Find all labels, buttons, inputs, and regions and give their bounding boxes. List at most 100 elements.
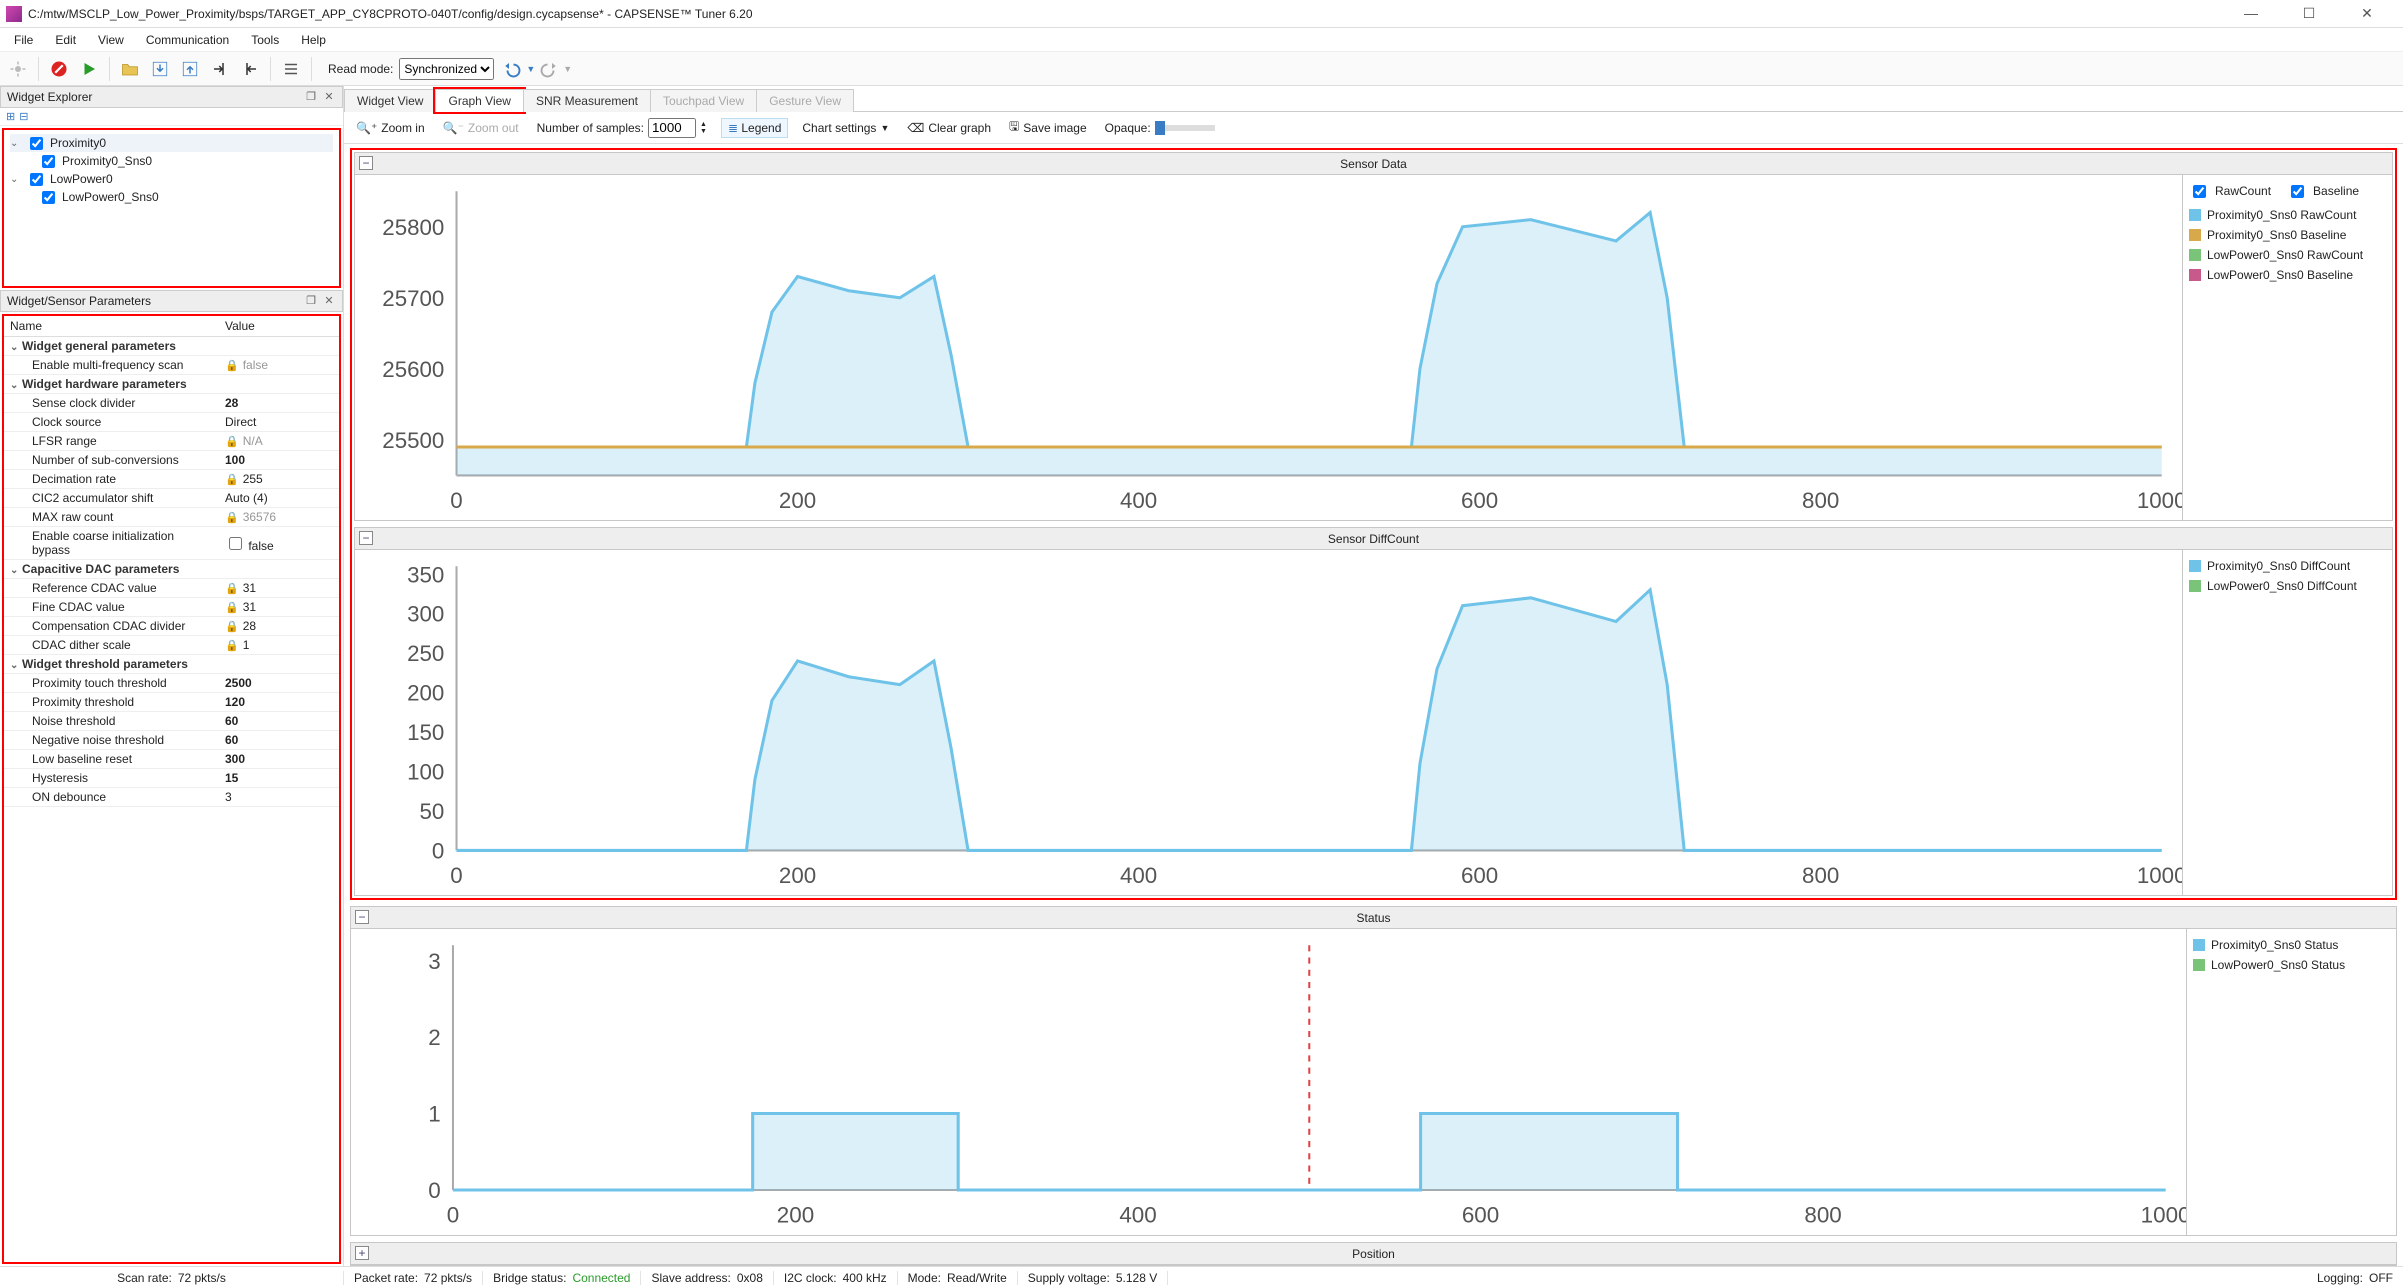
menu-edit[interactable]: Edit [45, 31, 86, 49]
tree-checkbox[interactable] [42, 155, 55, 168]
legend-item[interactable]: LowPower0_Sns0 RawCount [2189, 245, 2386, 265]
param-row[interactable]: LFSR range🔒N/A [4, 432, 339, 451]
param-row[interactable]: MAX raw count🔒36576 [4, 508, 339, 527]
maximize-button[interactable]: ☐ [2289, 5, 2329, 22]
import-icon[interactable] [208, 57, 232, 81]
tab-snr-measurement[interactable]: SNR Measurement [523, 89, 651, 112]
collapse-all-icon[interactable]: ⊟ [19, 110, 28, 123]
diffcount-legend: Proximity0_Sns0 DiffCountLowPower0_Sns0 … [2182, 550, 2392, 895]
param-row[interactable]: Proximity threshold120 [4, 693, 339, 712]
menu-tools[interactable]: Tools [241, 31, 289, 49]
param-row[interactable]: Reference CDAC value🔒31 [4, 579, 339, 598]
close-icon[interactable]: ✕ [322, 90, 336, 104]
collapse-icon[interactable]: − [359, 156, 373, 170]
download-icon[interactable] [148, 57, 172, 81]
chevron-down-icon[interactable]: ⌄ [10, 138, 22, 149]
readmode-select[interactable]: Synchronized [399, 58, 494, 80]
tree-item-proximity0[interactable]: ⌄ Proximity0 [10, 134, 333, 152]
param-row[interactable]: Number of sub-conversions100 [4, 451, 339, 470]
chevron-down-icon[interactable]: ⌄ [10, 174, 22, 185]
tab-touchpad-view[interactable]: Touchpad View [650, 89, 757, 112]
clear-graph-button[interactable]: ⌫Clear graph [903, 119, 995, 137]
play-icon[interactable] [77, 57, 101, 81]
menu-help[interactable]: Help [291, 31, 336, 49]
param-row[interactable]: CDAC dither scale🔒1 [4, 636, 339, 655]
undo-dropdown-icon[interactable]: ▼ [526, 64, 535, 74]
close-icon[interactable]: ✕ [322, 294, 336, 308]
param-row[interactable]: Sense clock divider28 [4, 394, 339, 413]
param-row[interactable]: Hysteresis15 [4, 769, 339, 788]
tree-item-proximity0-sns0[interactable]: Proximity0_Sns0 [10, 152, 333, 170]
svg-text:1000: 1000 [2137, 863, 2182, 888]
zoom-out-button[interactable]: 🔍⁻Zoom out [439, 119, 523, 137]
param-group[interactable]: ⌄Widget hardware parameters [4, 375, 339, 394]
sensor-data-plot[interactable]: 2550025600257002580002004006008001000 [355, 175, 2182, 520]
param-group[interactable]: ⌄Widget threshold parameters [4, 655, 339, 674]
col-name[interactable]: Name [4, 316, 219, 337]
num-samples-input[interactable] [648, 118, 696, 138]
legend-item[interactable]: Proximity0_Sns0 Status [2193, 935, 2390, 955]
legend-item[interactable]: LowPower0_Sns0 Baseline [2189, 265, 2386, 285]
tab-widget-view[interactable]: Widget View [344, 89, 436, 112]
zoom-in-button[interactable]: 🔍⁺Zoom in [352, 119, 429, 137]
menu-communication[interactable]: Communication [136, 31, 239, 49]
export-icon[interactable] [238, 57, 262, 81]
opaque-slider[interactable] [1155, 125, 1215, 131]
dock-icon[interactable]: ❐ [304, 90, 318, 104]
tree-item-lowpower0-sns0[interactable]: LowPower0_Sns0 [10, 188, 333, 206]
collapse-icon[interactable]: − [355, 910, 369, 924]
legend-item[interactable]: LowPower0_Sns0 Status [2193, 955, 2390, 975]
legend-item[interactable]: Proximity0_Sns0 DiffCount [2189, 556, 2386, 576]
gear-icon[interactable] [6, 57, 30, 81]
legend-item[interactable]: Proximity0_Sns0 Baseline [2189, 225, 2386, 245]
tree-checkbox[interactable] [42, 191, 55, 204]
diffcount-plot[interactable]: 05010015020025030035002004006008001000 [355, 550, 2182, 895]
param-group[interactable]: ⌄Widget general parameters [4, 337, 339, 356]
param-row[interactable]: Negative noise threshold60 [4, 731, 339, 750]
undo-icon[interactable] [500, 57, 524, 81]
legend-item[interactable]: Proximity0_Sns0 RawCount [2189, 205, 2386, 225]
expand-icon[interactable]: + [355, 1246, 369, 1260]
redo-icon[interactable] [537, 57, 561, 81]
param-row[interactable]: Proximity touch threshold2500 [4, 674, 339, 693]
param-row[interactable]: CIC2 accumulator shiftAuto (4) [4, 489, 339, 508]
stop-icon[interactable] [47, 57, 71, 81]
param-row[interactable]: Enable coarse initialization bypass fals… [4, 527, 339, 560]
param-row[interactable]: Decimation rate🔒255 [4, 470, 339, 489]
step-down-icon[interactable]: ▼ [700, 128, 707, 135]
list-icon[interactable] [279, 57, 303, 81]
param-group[interactable]: ⌄Capacitive DAC parameters [4, 560, 339, 579]
collapse-icon[interactable]: − [359, 531, 373, 545]
expand-all-icon[interactable]: ⊞ [6, 110, 15, 123]
param-row[interactable]: Clock sourceDirect [4, 413, 339, 432]
redo-dropdown-icon[interactable]: ▼ [563, 64, 572, 74]
close-button[interactable]: ✕ [2347, 5, 2387, 22]
menu-view[interactable]: View [88, 31, 134, 49]
tab-graph-view[interactable]: Graph View [435, 89, 523, 112]
upload-icon[interactable] [178, 57, 202, 81]
legend-item[interactable]: LowPower0_Sns0 DiffCount [2189, 576, 2386, 596]
tree-item-lowpower0[interactable]: ⌄ LowPower0 [10, 170, 333, 188]
param-row[interactable]: Compensation CDAC divider🔒28 [4, 617, 339, 636]
col-value[interactable]: Value [219, 316, 339, 337]
param-row[interactable]: Fine CDAC value🔒31 [4, 598, 339, 617]
baseline-checkbox[interactable] [2291, 185, 2304, 198]
param-row[interactable]: Enable multi-frequency scan🔒false [4, 356, 339, 375]
param-row[interactable]: Low baseline reset300 [4, 750, 339, 769]
tree-checkbox[interactable] [30, 137, 43, 150]
rawcount-checkbox[interactable] [2193, 185, 2206, 198]
dock-icon[interactable]: ❐ [304, 294, 318, 308]
param-row[interactable]: Noise threshold60 [4, 712, 339, 731]
menu-file[interactable]: File [4, 31, 43, 49]
status-plot[interactable]: 012302004006008001000 [351, 929, 2186, 1235]
open-folder-icon[interactable] [118, 57, 142, 81]
save-image-button[interactable]: 🖫Save image [1005, 115, 1091, 140]
legend-button[interactable]: ≣ Legend [721, 118, 788, 138]
step-up-icon[interactable]: ▲ [700, 121, 707, 128]
tree-checkbox[interactable] [30, 173, 43, 186]
minimize-button[interactable]: — [2231, 5, 2271, 22]
titlebar: C:/mtw/MSCLP_Low_Power_Proximity/bsps/TA… [0, 0, 2403, 28]
chart-settings-button[interactable]: Chart settings ▼ [798, 119, 893, 137]
tab-gesture-view[interactable]: Gesture View [756, 89, 854, 112]
param-row[interactable]: ON debounce3 [4, 788, 339, 807]
